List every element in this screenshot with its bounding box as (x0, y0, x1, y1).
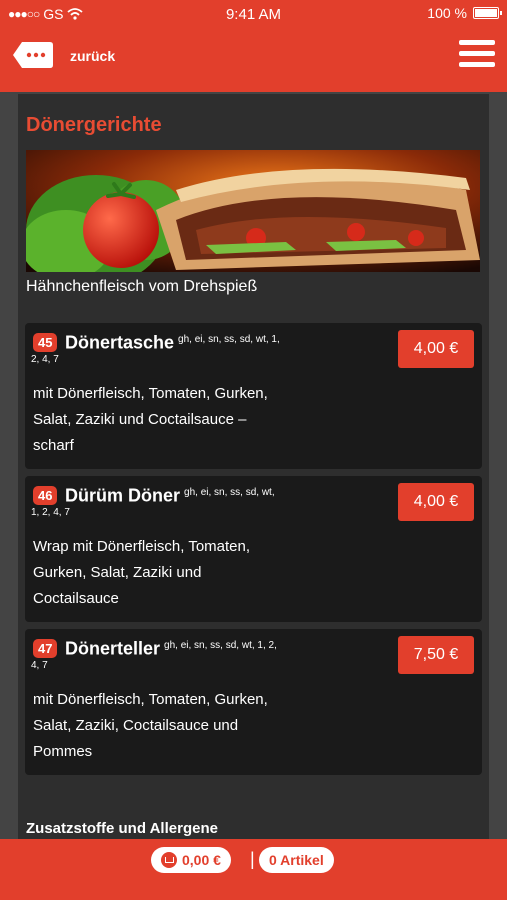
status-bar: ●●●○○ GS 9:41 AM 100 % (0, 0, 507, 30)
item-allergens: gh, ei, sn, ss, sd, wt, 1, 2, (164, 640, 277, 651)
section-title: Dönergerichte (26, 114, 162, 136)
item-allergens-continued: 1, 2, 4, 7 (31, 507, 70, 518)
add-to-cart-price-button[interactable]: 7,50 € (398, 636, 474, 674)
top-bar: ●●●○○ GS 9:41 AM 100 % zurück (0, 0, 507, 92)
item-name: Dönerteller (65, 638, 161, 659)
item-allergens-continued: 4, 7 (31, 660, 48, 671)
cart-count-button[interactable]: 0 Artikel (259, 847, 334, 873)
item-name-block: Dönerteller gh, ei, sn, ss, sd, wt, 1, 2,… (31, 636, 385, 671)
battery-icon (473, 7, 502, 19)
cart-bar: 0,00 € | 0 Artikel (0, 839, 507, 900)
item-description: Wrap mit Dönerfleisch, Tomaten, Gurken, … (33, 538, 251, 607)
back-arrow-icon (13, 42, 53, 68)
cart-count: 0 Artikel (269, 852, 324, 868)
cart-total-button[interactable]: 0,00 € (151, 847, 231, 873)
item-name-block: Dürüm Döner gh, ei, sn, ss, sd, wt, 1, 2,… (31, 483, 385, 518)
item-allergens-continued: 2, 4, 7 (31, 354, 59, 365)
allergens-section-heading[interactable]: Zusatzstoffe und Allergene (26, 820, 218, 837)
add-to-cart-price-button[interactable]: 4,00 € (398, 483, 474, 521)
cart-icon (161, 852, 177, 868)
item-description: mit Dönerfleisch, Tomaten, Gurken, Salat… (33, 691, 268, 760)
doner-kebab-image (26, 150, 480, 272)
item-allergens: gh, ei, sn, ss, sd, wt, 1, (178, 334, 280, 345)
menu-item[interactable]: 45 Dönertasche gh, ei, sn, ss, sd, wt, 1,… (25, 323, 482, 469)
menu-item[interactable]: 47 Dönerteller gh, ei, sn, ss, sd, wt, 1,… (25, 629, 482, 775)
item-allergens: gh, ei, sn, ss, sd, wt, (184, 487, 275, 498)
back-button[interactable] (12, 40, 54, 70)
menu-button[interactable] (459, 40, 495, 70)
battery-status: 100 % (427, 5, 502, 21)
add-to-cart-price-button[interactable]: 4,00 € (398, 330, 474, 368)
section-subtitle: Hähnchenfleisch vom Drehspieß (26, 278, 258, 295)
menu-item[interactable]: 46 Dürüm Döner gh, ei, sn, ss, sd, wt, 1,… (25, 476, 482, 622)
cart-separator: | (250, 849, 255, 869)
hamburger-icon (459, 40, 495, 45)
item-description: mit Dönerfleisch, Tomaten, Gurken, Salat… (33, 385, 268, 454)
item-name-block: Dönertasche gh, ei, sn, ss, sd, wt, 1, 2,… (31, 330, 385, 365)
back-label[interactable]: zurück (70, 48, 115, 64)
item-name: Dürüm Döner (65, 485, 181, 506)
cart-total: 0,00 € (182, 852, 221, 868)
battery-percent: 100 % (427, 5, 467, 21)
item-name: Dönertasche (65, 332, 175, 353)
menu-panel: Dönergerichte Hähnchenfleisch vom Drehsp… (18, 94, 489, 839)
